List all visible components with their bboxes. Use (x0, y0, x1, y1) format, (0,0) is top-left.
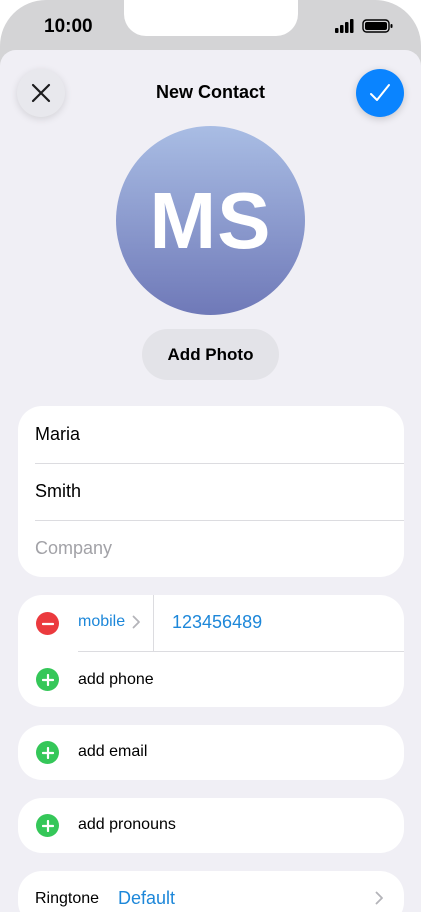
avatar[interactable]: MS (116, 126, 305, 315)
add-photo-button[interactable]: Add Photo (142, 329, 279, 380)
last-name-field[interactable]: Smith (35, 463, 404, 520)
add-phone-button[interactable]: add phone (78, 671, 154, 689)
phone-frame: 10:00 New Contact MS Add Photo Maria Smi… (0, 0, 421, 912)
chevron-right-icon (375, 891, 383, 905)
minus-icon (41, 622, 54, 625)
phone-number-field[interactable]: 123456489 (172, 612, 262, 633)
company-field[interactable]: Company (35, 520, 404, 577)
remove-phone-button[interactable] (36, 612, 59, 635)
phone-type-selector[interactable]: mobile (78, 613, 125, 631)
notch (124, 0, 298, 36)
first-name-field[interactable]: Maria (35, 406, 404, 463)
done-button[interactable] (356, 69, 404, 117)
pronouns-card[interactable]: add pronouns (18, 798, 404, 853)
ringtone-label: Ringtone (35, 890, 100, 907)
divider (78, 651, 404, 652)
plus-icon (41, 746, 54, 759)
cellular-signal-icon (335, 19, 354, 33)
ringtone-value[interactable]: Default (118, 888, 175, 909)
battery-icon (362, 19, 393, 33)
add-pronouns-icon[interactable] (36, 814, 59, 837)
name-card: Maria Smith Company (18, 406, 404, 577)
add-pronouns-button[interactable]: add pronouns (78, 816, 176, 834)
add-phone-icon[interactable] (36, 668, 59, 691)
avatar-initials: MS (149, 175, 272, 265)
email-card[interactable]: add email (18, 725, 404, 780)
chevron-right-icon (132, 615, 140, 629)
checkmark-icon (370, 84, 390, 101)
plus-icon (41, 819, 54, 832)
status-icons (335, 19, 393, 33)
add-email-button[interactable]: add email (78, 743, 147, 761)
add-email-icon[interactable] (36, 741, 59, 764)
phone-card: mobile 123456489 add phone (18, 595, 404, 707)
plus-icon (41, 673, 54, 686)
status-time: 10:00 (44, 16, 93, 37)
divider (153, 595, 154, 651)
ringtone-row[interactable]: Ringtone Default (18, 871, 404, 912)
